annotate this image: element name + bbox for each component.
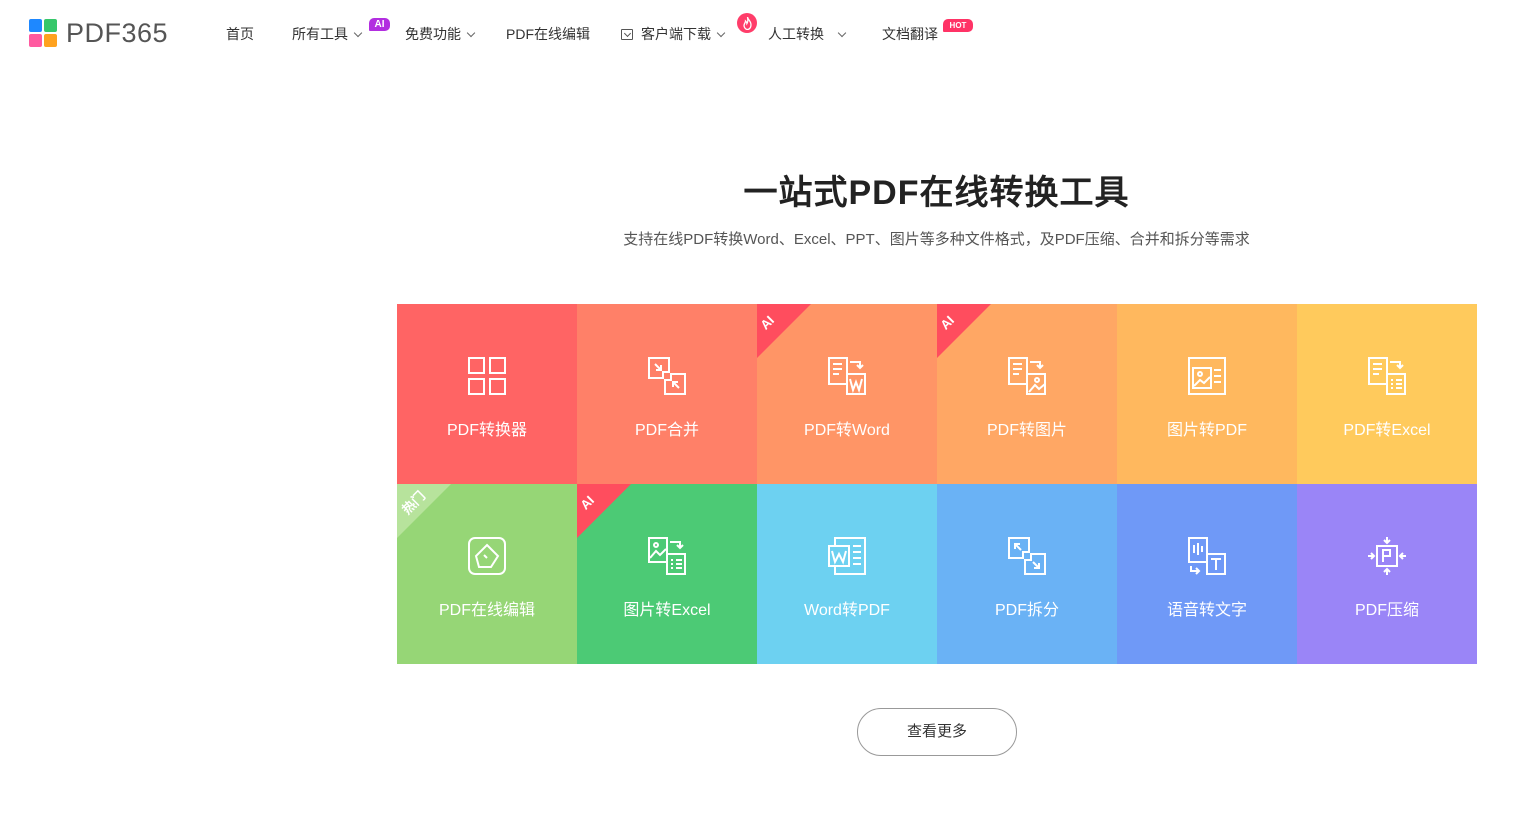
tool-label: 图片转PDF (1166, 422, 1247, 439)
corner-ribbon: AI (577, 484, 631, 538)
nav-free-features[interactable]: 免费功能 (405, 24, 476, 44)
tool-tile-image-to-excel[interactable]: AI 图片转Excel (577, 484, 757, 664)
nav-pdf-online-edit[interactable]: PDF在线编辑 (506, 24, 590, 44)
logo-text: PDF365 (66, 18, 169, 48)
corner-ribbon-text: AI (937, 312, 958, 333)
merge-icon (648, 357, 686, 395)
logo-square-orange (44, 34, 57, 47)
corner-ribbon: AI (937, 304, 991, 358)
pdf-to-image-icon (1008, 357, 1046, 395)
chevron-down-icon (466, 28, 476, 38)
grid-icon (468, 357, 506, 395)
nav-all-tools-label: 所有工具 (292, 26, 348, 42)
chevron-down-icon (353, 28, 363, 38)
nav-home[interactable]: 首页 (226, 24, 254, 44)
page-title: 一站式PDF在线转换工具 (743, 174, 1130, 212)
tool-tile-pdf-split[interactable]: PDF拆分 (937, 484, 1117, 664)
tool-label: PDF转Word (804, 422, 890, 439)
nav-doc-translate-label: 文档翻译 (882, 26, 938, 42)
tool-label: PDF在线编辑 (438, 602, 535, 619)
chevron-down-icon (716, 28, 726, 38)
tool-tile-speech-to-text[interactable]: 语音转文字 (1117, 484, 1297, 664)
nav-client-download[interactable]: 客户端下载 (621, 24, 726, 44)
tool-tile-pdf-to-excel[interactable]: PDF转Excel (1297, 304, 1477, 484)
chevron-down-icon (837, 28, 847, 38)
tool-tile-pdf-compress[interactable]: PDF压缩 (1297, 484, 1477, 664)
corner-ribbon-text: AI (757, 312, 778, 333)
nav-doc-translate[interactable]: 文档翻译 (882, 24, 938, 44)
tool-label: PDF压缩 (1354, 602, 1419, 619)
page-subtitle: 支持在线PDF转换Word、Excel、PPT、图片等多种文件格式，及PDF压缩… (623, 231, 1250, 248)
tool-tile-pdf-online-edit[interactable]: 热门 PDF在线编辑 (397, 484, 577, 664)
nav-client-download-label: 客户端下载 (641, 26, 711, 42)
tool-tile-pdf-to-image[interactable]: AI PDF转图片 (937, 304, 1117, 484)
word-to-pdf-icon (828, 537, 866, 575)
nav-free-features-label: 免费功能 (405, 26, 461, 42)
tool-tile-pdf-to-word[interactable]: AI PDF转Word (757, 304, 937, 484)
nav-manual-conversion[interactable]: 人工转换 (768, 24, 847, 44)
tool-label: 图片转Excel (623, 602, 711, 619)
tool-label: PDF合并 (634, 422, 699, 439)
nav-pdf-online-edit-label: PDF在线编辑 (506, 26, 590, 42)
edit-icon (468, 537, 506, 575)
compress-icon (1368, 537, 1406, 575)
tool-label: 语音转文字 (1166, 602, 1247, 619)
fire-icon (737, 13, 757, 33)
pdf-to-excel-icon (1368, 357, 1406, 395)
download-icon (621, 29, 633, 40)
tool-label: PDF转Excel (1343, 422, 1431, 439)
logo-mark-icon (29, 19, 57, 47)
speech-to-text-icon (1188, 537, 1226, 575)
image-to-excel-icon (648, 537, 686, 575)
tool-tile-pdf-converter[interactable]: PDF转换器 (397, 304, 577, 484)
corner-ribbon: AI (757, 304, 811, 358)
corner-ribbon-text: AI (577, 492, 598, 513)
tool-label: PDF转换器 (446, 422, 527, 439)
tool-tile-pdf-merge[interactable]: PDF合并 (577, 304, 757, 484)
image-to-pdf-icon (1188, 357, 1226, 395)
logo-square-green (44, 19, 57, 32)
nav-all-tools[interactable]: 所有工具 (292, 24, 363, 44)
tool-grid: PDF转换器 PDF合并 AI PDF转Word AI PDF转图片 图片转PD… (397, 304, 1477, 664)
ai-badge: AI (369, 18, 390, 31)
logo[interactable]: PDF365 (29, 19, 168, 47)
corner-ribbon: 热门 (397, 484, 451, 538)
tool-label: Word转PDF (804, 602, 890, 619)
nav-manual-conversion-label: 人工转换 (768, 26, 824, 42)
tool-label: PDF拆分 (994, 602, 1059, 619)
logo-square-pink (29, 34, 42, 47)
pdf-to-word-icon (828, 357, 866, 395)
logo-square-blue (29, 19, 42, 32)
hot-badge: HOT (943, 19, 973, 32)
view-more-button[interactable]: 查看更多 (857, 708, 1017, 756)
tool-tile-word-to-pdf[interactable]: Word转PDF (757, 484, 937, 664)
tool-label: PDF转图片 (986, 422, 1067, 439)
corner-ribbon-text: 热门 (399, 488, 429, 518)
tool-tile-image-to-pdf[interactable]: 图片转PDF (1117, 304, 1297, 484)
split-icon (1008, 537, 1046, 575)
nav-home-label: 首页 (226, 26, 254, 42)
